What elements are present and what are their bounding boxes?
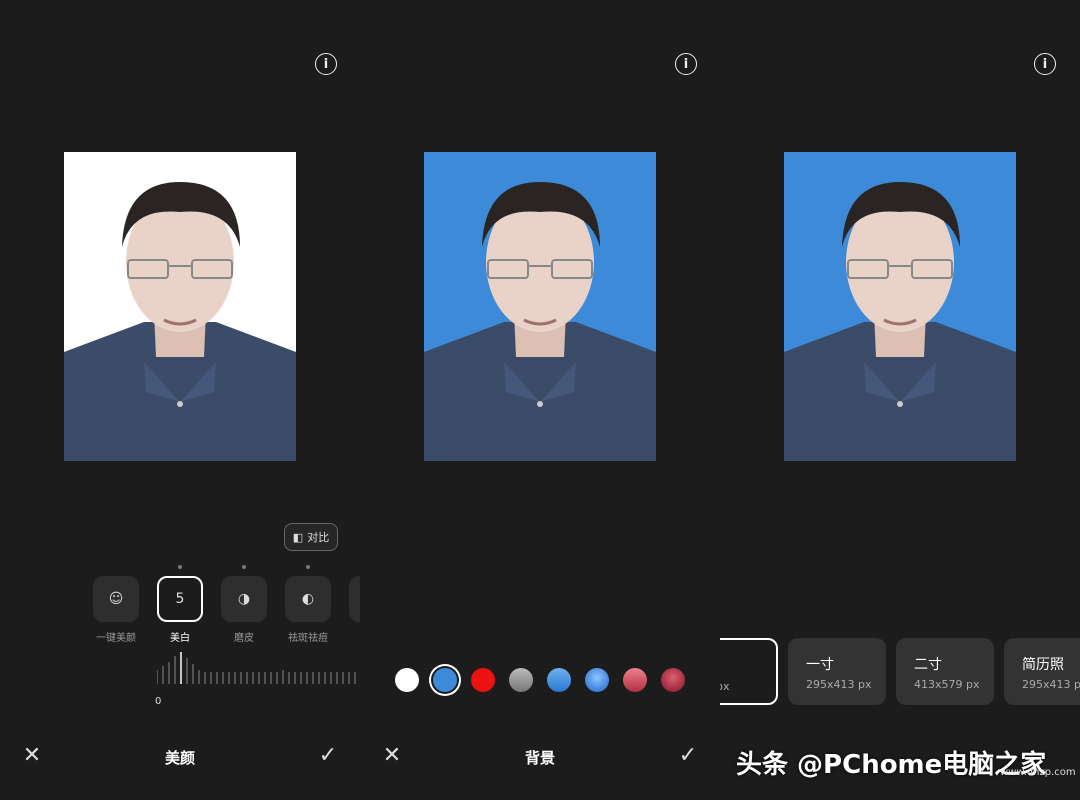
size-card-custom-selected[interactable]: 人 x1000 px (720, 638, 778, 705)
confirm-check-icon[interactable]: ✓ (676, 744, 700, 768)
tool-blemish[interactable]: ◐ (285, 576, 331, 622)
beauty-panel: i ◧ 对比 ☺ 5 ◑ ◐ 一键美颜 美白 磨皮 祛斑祛痘 0 ✕ 美颜 ✓ (0, 0, 360, 800)
color-swatch-gray-gradient[interactable] (509, 668, 533, 692)
compare-icon: ◧ (292, 530, 304, 544)
indicator-dot (242, 565, 246, 569)
tool-smoothing[interactable]: ◑ (221, 576, 267, 622)
portrait-image (64, 152, 296, 461)
size-name: 一寸 (806, 657, 834, 673)
info-icon[interactable]: i (675, 53, 697, 75)
size-px: x1000 px (720, 680, 730, 693)
size-name: 二寸 (914, 657, 942, 673)
size-name: 简历照 (1022, 657, 1064, 673)
size-px: 295x413 px (1022, 678, 1080, 691)
size-card-resume[interactable]: 简历照 295x413 px (1004, 638, 1080, 705)
color-swatch-blue-radial[interactable] (585, 668, 609, 692)
indicator-dot (306, 565, 310, 569)
color-swatch-red-gradient[interactable] (623, 668, 647, 692)
watermark-url: www.dnzp.com (1000, 767, 1076, 778)
tool-more[interactable] (349, 576, 360, 622)
tool-label: 磨皮 (234, 633, 254, 644)
tool-label: 一键美颜 (96, 633, 136, 644)
indicator-dot (178, 565, 182, 569)
info-icon[interactable]: i (1034, 53, 1056, 75)
whitening-value: 5 (175, 591, 185, 607)
id-photo-preview (424, 152, 656, 461)
close-icon[interactable]: ✕ (20, 744, 44, 768)
compare-label: 对比 (307, 531, 330, 544)
intensity-slider[interactable] (157, 650, 360, 688)
id-photo-preview (64, 152, 296, 461)
color-swatch-red-radial[interactable] (661, 668, 685, 692)
color-swatch-white[interactable] (395, 668, 419, 692)
size-card-2-inch[interactable]: 二寸 413x579 px (896, 638, 994, 705)
id-photo-preview (784, 152, 1016, 461)
tool-label: 祛斑祛痘 (288, 633, 328, 644)
tool-whitening[interactable]: 5 (157, 576, 203, 622)
bottom-title: 背景 (524, 749, 555, 767)
info-icon[interactable]: i (315, 53, 337, 75)
size-px: 295x413 px (806, 678, 872, 691)
blemish-icon: ◐ (301, 591, 315, 607)
slider-value: 0 (155, 696, 162, 707)
face-magic-icon: ☺ (108, 591, 124, 607)
color-swatch-blue-gradient[interactable] (547, 668, 571, 692)
bottom-title: 美颜 (164, 749, 195, 767)
color-swatch-red[interactable] (471, 668, 495, 692)
size-card-1-inch[interactable]: 一寸 295x413 px (788, 638, 886, 705)
compare-button[interactable]: ◧ 对比 (284, 523, 338, 551)
portrait-image (424, 152, 656, 461)
size-px: 413x579 px (914, 678, 980, 691)
smoothing-icon: ◑ (237, 591, 251, 607)
close-icon[interactable]: ✕ (380, 744, 404, 768)
size-panel: i 人 x1000 px 一寸 295x413 px 二寸 413x579 px… (720, 0, 1080, 800)
portrait-image (784, 152, 1016, 461)
tool-one-click-beauty[interactable]: ☺ (93, 576, 139, 622)
background-panel: i ✕ 背景 ✓ (360, 0, 720, 800)
tool-label: 美白 (170, 633, 190, 644)
color-swatch-blue-selected[interactable] (433, 668, 457, 692)
confirm-check-icon[interactable]: ✓ (316, 744, 340, 768)
